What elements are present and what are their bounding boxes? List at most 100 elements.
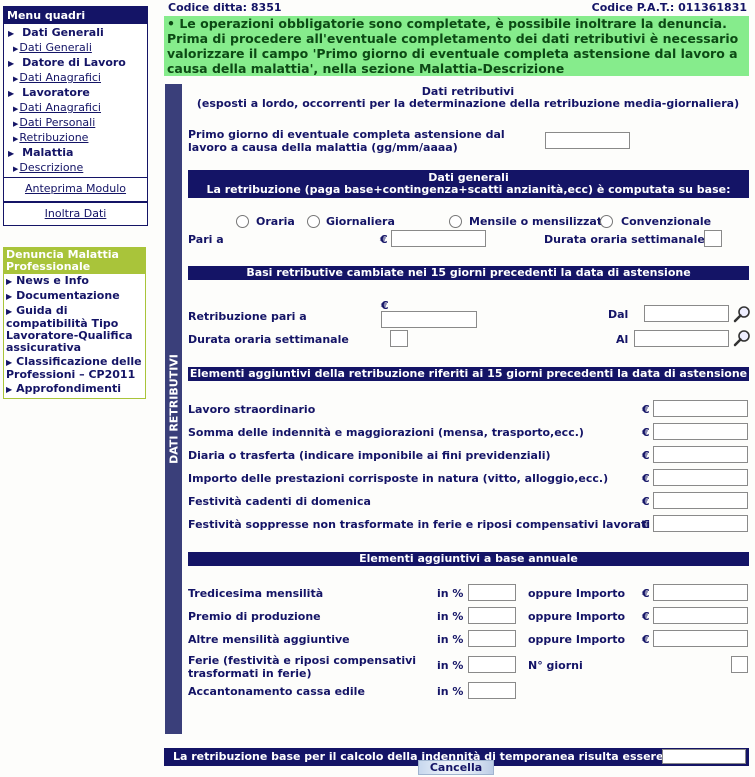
triangle-right-icon: ▶ <box>6 358 13 367</box>
elementi15-row-input[interactable] <box>653 423 748 440</box>
menu-link-lavoratore-anagrafici[interactable]: ▶Dati Anagrafici <box>4 100 147 115</box>
euro-symbol: € <box>642 495 650 508</box>
radio-convenzionale[interactable] <box>600 215 613 228</box>
triangle-right-icon: ▶ <box>8 149 15 158</box>
euro-symbol: € <box>642 518 650 531</box>
oppure-importo-label: oppure Importo <box>528 610 626 623</box>
codice-pat: Codice P.A.T.: 011361831 <box>591 1 747 14</box>
euro-symbol: € <box>642 587 650 600</box>
radio-mensile[interactable] <box>449 215 462 228</box>
oppure-importo-label: oppure Importo <box>528 633 626 646</box>
menu-section-lavoratore: ▶ Lavoratore <box>8 86 90 99</box>
triangle-right-icon: ▶ <box>8 59 15 68</box>
euro-symbol: € <box>642 403 650 416</box>
elementi15-row-input[interactable] <box>653 492 748 509</box>
menu-link-dati-personali[interactable]: ▶Dati Personali <box>4 115 147 130</box>
euro-symbol: € <box>642 449 650 462</box>
triangle-right-icon: ▶ <box>13 165 19 173</box>
in-percent-label: in % <box>437 587 464 600</box>
annuale-importo-input[interactable] <box>653 630 748 647</box>
codice-ditta: Codice ditta: 8351 <box>168 1 282 14</box>
annuale-row-label: Altre mensilità aggiuntive <box>188 633 350 646</box>
durata-oraria-basi-input[interactable] <box>390 330 408 347</box>
denuncia-malattia-box: Denuncia Malattia Professionale ▶ News e … <box>3 247 146 399</box>
triangle-right-icon: ▶ <box>13 135 19 143</box>
radio-oraria[interactable] <box>236 215 249 228</box>
menu-link-retribuzione[interactable]: ▶Retribuzione <box>4 130 147 145</box>
euro-symbol: € <box>642 633 650 646</box>
menu-quadri: Menu quadri ▶ Dati Generali ▶Dati General… <box>3 6 148 226</box>
elementi15-row-input[interactable] <box>653 446 748 463</box>
retribuzione-base-input[interactable] <box>662 749 746 764</box>
triangle-right-icon: ▶ <box>6 385 13 394</box>
triangle-right-icon: ▶ <box>8 29 15 38</box>
radio-giornaliera[interactable] <box>307 215 320 228</box>
anteprima-modulo-link[interactable]: Anteprima Modulo <box>25 182 126 195</box>
annuale-percent-input[interactable] <box>468 607 516 624</box>
form-subtitle: (esposti a lordo, occorrenti per la dete… <box>196 97 740 110</box>
durata-oraria-label: Durata oraria settimanale <box>544 233 705 246</box>
menu-section-malattia: ▶ Malattia <box>8 146 74 159</box>
elementi15-row-input[interactable] <box>653 515 748 532</box>
in-percent-label: in % <box>437 685 464 698</box>
al-input[interactable] <box>634 330 729 347</box>
euro-symbol: € <box>642 610 650 623</box>
cancel-button[interactable]: Cancella <box>418 760 494 775</box>
elementi-15-header: Elementi aggiuntivi della retribuzione r… <box>188 367 749 381</box>
elementi15-row-label: Somma delle indennità e maggiorazioni (m… <box>188 426 584 439</box>
annuale-row-label: Tredicesima mensilità <box>188 587 324 600</box>
dati-generali-header: Dati generali La retribuzione (paga base… <box>188 170 749 198</box>
triangle-right-icon: ▶ <box>13 105 19 113</box>
pari-a-input[interactable] <box>391 230 486 247</box>
elementi15-row-label: Lavoro straordinario <box>188 403 316 416</box>
triangle-right-icon: ▶ <box>6 307 13 316</box>
triangle-right-icon: ▶ <box>6 277 13 286</box>
annuale-percent-input[interactable] <box>468 656 516 673</box>
annuale-percent-input[interactable] <box>468 584 516 601</box>
link-approfondimenti[interactable]: ▶ Approfondimenti <box>4 382 145 398</box>
n-giorni-input[interactable] <box>731 656 748 673</box>
search-calendar-icon[interactable] <box>733 329 751 347</box>
elementi15-row-input[interactable] <box>653 469 748 486</box>
retribuzione-pari-input[interactable] <box>381 311 477 328</box>
annuale-importo-input[interactable] <box>653 584 748 601</box>
annuale-row-label: Ferie (festività e riposi compensativi t… <box>188 654 417 680</box>
euro-symbol: € <box>380 233 388 246</box>
anteprima-modulo-box: Anteprima Modulo <box>4 177 147 201</box>
link-classificazione[interactable]: ▶ Classificazione delle Professioni – CP2… <box>4 355 145 382</box>
primo-giorno-input[interactable] <box>545 132 630 149</box>
notice-message: • Le operazioni obbligatorie sono comple… <box>164 16 749 76</box>
triangle-right-icon: ▶ <box>8 89 15 98</box>
oppure-importo-label: oppure Importo <box>528 587 626 600</box>
euro-symbol: € <box>642 472 650 485</box>
elementi15-row-label: Importo delle prestazioni corrisposte in… <box>188 472 609 485</box>
elementi15-row-label: Diaria o trasferta (indicare imponibile … <box>188 449 551 462</box>
elementi15-row-input[interactable] <box>653 400 748 417</box>
elementi15-row-label: Festività cadenti di domenica <box>188 495 371 508</box>
dal-label: Dal <box>608 308 629 321</box>
link-documentazione[interactable]: ▶ Documentazione <box>4 289 145 304</box>
triangle-right-icon: ▶ <box>6 292 13 301</box>
link-guida-compatibilita[interactable]: ▶ Guida di compatibilità Tipo Lavoratore-… <box>4 304 145 355</box>
link-news-info[interactable]: ▶ News e Info <box>4 274 145 289</box>
dal-input[interactable] <box>644 305 729 322</box>
durata-oraria-input[interactable] <box>704 230 722 247</box>
denuncia-title: Denuncia Malattia Professionale <box>4 248 145 274</box>
annuale-percent-input[interactable] <box>468 682 516 699</box>
n-giorni-label: N° giorni <box>528 659 583 672</box>
menu-link-datore-anagrafici[interactable]: ▶Dati Anagrafici <box>4 70 147 85</box>
menu-link-descrizione[interactable]: ▶Descrizione <box>4 160 147 175</box>
inoltra-dati-link[interactable]: Inoltra Dati <box>45 207 107 220</box>
menu-section-dati-generali: ▶ Dati Generali <box>8 26 104 39</box>
annuale-importo-input[interactable] <box>653 607 748 624</box>
in-percent-label: in % <box>437 633 464 646</box>
retribuzione-pari-label: Retribuzione pari a <box>188 310 307 323</box>
annuale-row-label: Accantonamento cassa edile <box>188 685 365 698</box>
annuale-percent-input[interactable] <box>468 630 516 647</box>
triangle-right-icon: ▶ <box>13 45 19 53</box>
search-calendar-icon[interactable] <box>733 305 751 323</box>
menu-title: Menu quadri <box>4 7 147 24</box>
triangle-right-icon: ▶ <box>13 120 19 128</box>
menu-link-dati-generali[interactable]: ▶Dati Generali <box>4 40 147 55</box>
elementi15-row-label: Festività soppresse non trasformate in f… <box>188 518 651 531</box>
